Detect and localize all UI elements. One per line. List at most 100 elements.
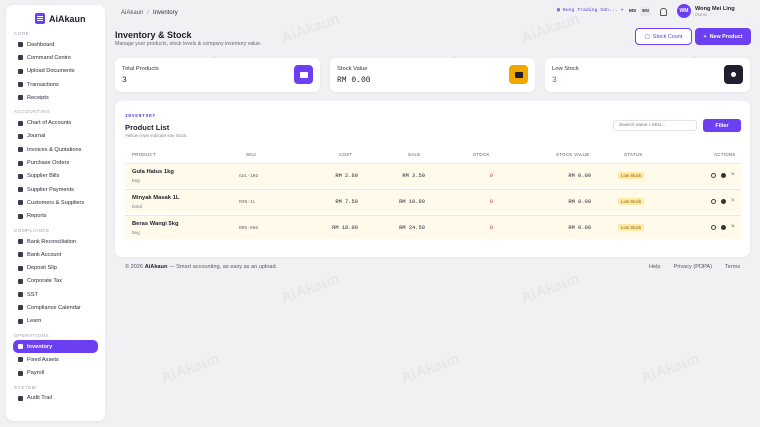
stat-label: Stock Value <box>337 66 368 72</box>
product-sku: GUL-1KG <box>239 174 259 179</box>
page-header: Inventory & Stock Manage your products, … <box>115 30 261 47</box>
sidebar-item-learn[interactable]: Learn <box>6 315 105 328</box>
sidebar-item-deposit-slip[interactable]: Deposit Slip <box>6 261 105 274</box>
table-row[interactable]: Gula Halus 1kg beg GUL-1KG RM 2.60 RM 3.50 0 R… <box>125 163 741 187</box>
sidebar-item-reports[interactable]: Reports <box>6 210 105 223</box>
sidebar-item-label: Transactions <box>27 81 59 88</box>
footer-prefix: © 2026 <box>125 264 144 270</box>
sidebar-item-inventory[interactable]: Inventory <box>13 339 98 354</box>
sidebar-item-label: Journal <box>27 133 46 140</box>
breadcrumb-root[interactable]: AiAkaun <box>121 10 143 16</box>
table-row[interactable]: Minyak Masak 1L botol MIN-1L RM 7.50 RM 10.9… <box>125 189 741 213</box>
footer: © 2026 AiAkaun — Smart accounting, as ea… <box>125 264 741 270</box>
filter-button[interactable]: Filter <box>703 119 741 132</box>
nav-section-title: SYSTEM <box>14 384 37 390</box>
row-actions: × <box>711 224 735 230</box>
avatar: WM <box>677 4 691 18</box>
sidebar-item-label: Purchase Orders <box>27 160 70 167</box>
clipboard-icon: ▢ <box>644 33 650 40</box>
sidebar-item-transactions[interactable]: Transactions <box>6 78 105 91</box>
sidebar-item-invoices-quotations[interactable]: Invoices & Quotations <box>6 143 105 156</box>
watermark-text: AiAkaun <box>398 350 462 387</box>
sidebar-item-bank-reconciliation[interactable]: Bank Reconciliation <box>6 235 105 248</box>
sidebar-item-journal[interactable]: Journal <box>6 130 105 143</box>
company-icon: ▦ <box>557 8 560 13</box>
nav-icon <box>18 278 23 284</box>
lang-en[interactable]: EN <box>640 7 651 16</box>
breadcrumb-separator: / <box>147 10 150 16</box>
alert-icon <box>724 65 743 84</box>
sidebar-item-upload-documents[interactable]: Upload Documents <box>6 65 105 78</box>
product-sale: RM 24.50 <box>399 225 425 231</box>
search-icon[interactable] <box>711 199 716 204</box>
close-icon[interactable]: × <box>731 172 735 178</box>
footer-brand: AiAkaun <box>144 264 168 270</box>
sidebar-item-supplier-payments[interactable]: Supplier Payments <box>6 183 105 196</box>
close-icon[interactable]: × <box>731 198 735 204</box>
product-cost: RM 7.50 <box>335 199 358 205</box>
wallet-icon <box>509 65 528 84</box>
sidebar-item-payroll[interactable]: Payroll <box>6 367 105 380</box>
sidebar-item-purchase-orders[interactable]: Purchase Orders <box>6 156 105 169</box>
product-name: Gula Halus 1kg <box>132 169 174 175</box>
col-stock: STOCK <box>473 152 490 157</box>
new-product-button[interactable]: + New Product <box>695 28 751 45</box>
user-menu[interactable]: WM Wong Mei Ling Owner <box>677 4 735 18</box>
sidebar-item-chart-of-accounts[interactable]: Chart of Accounts <box>6 116 105 129</box>
watermark-text: AiAkaun <box>638 350 702 387</box>
brand[interactable]: AiAkaun <box>6 5 105 26</box>
product-unit: beg <box>132 230 140 235</box>
search-icon[interactable] <box>711 173 716 178</box>
sidebar-item-receipts[interactable]: Receipts <box>6 91 105 104</box>
nav-icon <box>18 318 23 324</box>
sidebar-item-label: Deposit Slip <box>27 265 57 272</box>
sidebar-item-sst[interactable]: SST <box>6 288 105 301</box>
topbar: AiAkaun / Inventory ▦ Bung Trading Sdn..… <box>121 4 750 19</box>
stock-count-button[interactable]: ▢ Stock Count <box>635 28 692 45</box>
nav-icon <box>18 42 23 48</box>
bell-icon[interactable] <box>660 8 667 16</box>
sidebar-item-label: Invoices & Quotations <box>27 146 82 153</box>
sidebar-item-label: Learn <box>27 318 42 325</box>
sidebar-item-label: SST <box>27 291 38 298</box>
gear-icon[interactable] <box>721 173 726 178</box>
sidebar-item-audit-trail[interactable]: Audit Trail <box>6 392 105 405</box>
gear-icon[interactable] <box>721 225 726 230</box>
breadcrumb: AiAkaun / Inventory <box>121 10 178 16</box>
close-icon[interactable]: × <box>731 224 735 230</box>
gear-icon[interactable] <box>721 199 726 204</box>
nav-icon <box>18 395 23 401</box>
sidebar-item-customers-suppliers[interactable]: Customers & Suppliers <box>6 196 105 209</box>
sidebar-item-fixed-assets[interactable]: Fixed Assets <box>6 353 105 366</box>
search-input[interactable] <box>613 120 697 131</box>
nav-section-title: OPERATIONS <box>14 332 50 338</box>
sidebar-item-dashboard[interactable]: Dashboard <box>6 38 105 51</box>
sidebar-item-label: Compliance Calendar <box>27 304 81 311</box>
sidebar-item-label: Reports <box>27 213 47 220</box>
nav-icon <box>18 213 23 219</box>
search-icon[interactable] <box>711 225 716 230</box>
nav-section-title: COMPLIANCE <box>14 227 50 233</box>
footer-link-terms[interactable]: Terms <box>725 264 740 270</box>
sidebar-item-supplier-bills[interactable]: Supplier Bills <box>6 170 105 183</box>
footer-link-privacy[interactable]: Privacy (PDPA) <box>674 264 712 270</box>
footer-tagline: — Smart accounting, as easy as an upload… <box>168 264 278 270</box>
sidebar-item-label: Inventory <box>27 343 53 350</box>
nav-icon <box>18 187 23 193</box>
sidebar-item-corporate-tax[interactable]: Corporate Tax <box>6 275 105 288</box>
nav-icon <box>18 68 23 74</box>
col-sku: SKU <box>246 152 256 157</box>
new-product-label: New Product <box>709 33 743 40</box>
sidebar-item-bank-account[interactable]: Bank Account <box>6 248 105 261</box>
footer-link-help[interactable]: Help <box>649 264 661 270</box>
table-row[interactable]: Beras Wangi 5kg beg BR5-5KG RM 18.00 RM 24.5… <box>125 215 741 239</box>
product-stock: 0 <box>489 199 493 205</box>
col-status: STATUS <box>624 152 643 157</box>
nav-icon <box>18 265 23 271</box>
page-subtitle: Manage your products, stock levels & com… <box>115 41 262 47</box>
lang-ms[interactable]: MS <box>627 7 638 16</box>
sidebar-item-label: Audit Trail <box>27 395 52 402</box>
sidebar-item-command-centre[interactable]: Command Centre <box>6 51 105 64</box>
company-selector[interactable]: ▦ Bung Trading Sdn... ▾ <box>557 8 623 13</box>
sidebar-item-compliance-calendar[interactable]: Compliance Calendar <box>6 301 105 314</box>
